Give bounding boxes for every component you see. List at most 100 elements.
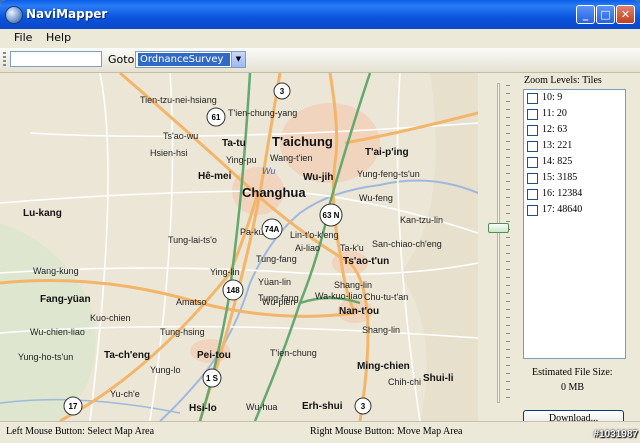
map-label-hsien-hsi: Hsien-hsi: [150, 148, 188, 158]
map-label-tien-chung-yang: T'ien-chung-yang: [228, 108, 297, 118]
watermark-text: #1031987: [593, 429, 639, 440]
map-label-hemei: Hê-mei: [198, 171, 232, 182]
zoom-slider-thumb[interactable]: [488, 223, 509, 233]
status-left-hint: Left Mouse Button: Select Map Area: [6, 426, 155, 437]
map-label-kan-tzu-lin: Kan-tzu-lin: [400, 215, 443, 225]
map-label-yung-ho: Yung-ho-ts'un: [18, 352, 73, 362]
maximize-button[interactable]: □: [596, 5, 615, 24]
menu-help[interactable]: Help: [46, 31, 71, 44]
title-bar[interactable]: NaviMapper _ □ ✕: [0, 0, 640, 29]
chevron-down-icon[interactable]: ▼: [231, 52, 245, 67]
map-label-ai-liao: Ai-liao: [295, 243, 320, 253]
map-label-wu-pien: Wu-pien: [262, 297, 295, 307]
route-shield-17: 17: [63, 396, 83, 416]
svg-text:63 N: 63 N: [323, 211, 340, 220]
svg-text:1 S: 1 S: [206, 374, 219, 383]
close-icon: ✕: [620, 8, 631, 21]
map-label-taiping: T'ai-p'ing: [365, 147, 409, 158]
goto-label: Goto: [108, 53, 135, 66]
zoom-level-checkbox[interactable]: [527, 173, 538, 184]
zoom-level-checkbox[interactable]: [527, 157, 538, 168]
route-shield-63n: 63 N: [319, 203, 343, 227]
route-shield-1s: 1 S: [202, 368, 222, 388]
map-label-tsao-tun: Ts'ao-t'un: [343, 256, 389, 267]
route-shield-74a: 74A: [261, 218, 283, 240]
map-label-hsi-lo: Hsi-lo: [189, 403, 217, 414]
map-label-chih-chi: Chih-chi: [388, 377, 421, 387]
map-label-tung-fang: Tung-fang: [256, 254, 297, 264]
menu-bar: File Help: [0, 29, 640, 48]
zoom-slider-track[interactable]: [497, 83, 500, 403]
map-label-wu-chien-liao: Wu-chien-liao: [30, 327, 85, 337]
map-label-shui-li: Shui-li: [423, 373, 454, 384]
map-label-tung-lai-tso: Tung-lai-ts'o: [168, 235, 217, 245]
map-label-wu-river: Wu: [262, 166, 276, 176]
window-title: NaviMapper: [26, 7, 108, 21]
map-label-kuo-chien: Kuo-chien: [90, 313, 131, 323]
svg-text:61: 61: [212, 113, 221, 122]
map-label-ming-chien: Ming-chien: [357, 361, 410, 372]
close-button[interactable]: ✕: [616, 5, 635, 24]
route-shield-61: 61: [206, 107, 226, 127]
map-label-pei-tou: Pei-tou: [197, 350, 231, 361]
estimated-size-value: 0 MB: [561, 382, 585, 393]
zoom-level-checkbox[interactable]: [527, 93, 538, 104]
zoom-level-checkbox[interactable]: [527, 125, 538, 136]
zoom-level-checkbox[interactable]: [527, 141, 538, 152]
map-label-wang-kung: Wang-kung: [33, 266, 79, 276]
zoom-level-checkbox[interactable]: [527, 189, 538, 200]
svg-text:17: 17: [69, 402, 78, 411]
map-label-lu-kang: Lu-kang: [23, 208, 62, 219]
map-label-changhua: Changhua: [242, 185, 306, 200]
map-label-tachang: Ta-ch'eng: [104, 350, 150, 361]
status-right-hint: Right Mouse Button: Move Map Area: [310, 426, 463, 437]
zoom-levels-list[interactable]: 10: 9 11: 20 12: 63 13: 221 14: 825 15: …: [523, 89, 626, 359]
map-label-yuan-lin: Yüan-lin: [258, 277, 291, 287]
map-view[interactable]: T'aichung Wang-t'ien Wu Changhua Wu-jih …: [0, 73, 479, 421]
zoom-level-label: 17: 48640: [542, 204, 583, 215]
status-bar: Left Mouse Button: Select Map Area Right…: [0, 421, 640, 443]
zoom-slider-ticks: [506, 85, 510, 403]
menu-file[interactable]: File: [14, 31, 32, 44]
map-label-tien-tzu-nei-hsiang: Tien-tzu-nei-hsiang: [140, 95, 217, 105]
map-label-chu-tu: Chu-tu-t'an: [364, 292, 408, 302]
map-label-shang-lin-2: Shang-lin: [362, 325, 400, 335]
zoom-level-label: 14: 825: [542, 156, 573, 167]
map-label-wang-tien: Wang-t'ien: [270, 153, 312, 163]
map-label-tien-chung: T'ien-chung: [270, 348, 317, 358]
address-input[interactable]: [10, 51, 102, 67]
zoom-level-label: 12: 63: [542, 124, 568, 135]
svg-text:74A: 74A: [265, 225, 280, 234]
map-label-yung-lo: Yung-lo: [150, 365, 181, 375]
estimated-size-label: Estimated File Size:: [532, 367, 613, 378]
goto-dropdown[interactable]: OrdnanceSurvey ▼: [135, 51, 246, 68]
minimize-button[interactable]: _: [576, 5, 595, 24]
map-label-wu-jih: Wu-jih: [303, 172, 333, 183]
zoom-level-label: 11: 20: [542, 108, 567, 119]
map-label-tsao-wu: Ts'ao-wu: [163, 131, 198, 141]
svg-text:3: 3: [361, 402, 366, 411]
zoom-level-checkbox[interactable]: [527, 109, 538, 120]
minimize-icon: _: [582, 8, 589, 21]
map-label-ta-tu: Ta-tu: [222, 138, 246, 149]
toolbar-grip-icon[interactable]: [3, 52, 6, 68]
main-window: NaviMapper _ □ ✕ File Help Goto Ordnance…: [0, 0, 640, 443]
map-label-wu-feng: Wu-feng: [359, 193, 393, 203]
zoom-level-checkbox[interactable]: [527, 205, 538, 216]
zoom-levels-panel: Zoom Levels: Tiles 10: 9 11: 20 12: 63 1…: [520, 73, 640, 428]
zoom-level-label: 10: 9: [542, 92, 563, 103]
map-label-shang-lin: Shang-lin: [334, 280, 372, 290]
map-label-san-chiao: San-chiao-ch'eng: [372, 239, 442, 249]
zoom-levels-title: Zoom Levels: Tiles: [524, 75, 602, 86]
zoom-slider-panel: 10: [478, 73, 518, 431]
zoom-level-label: 16: 12384: [542, 188, 583, 199]
svg-text:3: 3: [280, 87, 285, 96]
zoom-level-label: 15: 3185: [542, 172, 578, 183]
map-label-lin-tu: Lin-t'o-k'eng: [290, 230, 338, 240]
route-shield-3-south: 3: [354, 397, 372, 415]
map-canvas[interactable]: T'aichung Wang-t'ien Wu Changhua Wu-jih …: [0, 73, 478, 421]
map-label-amatso: Amatso: [176, 297, 207, 307]
maximize-icon: □: [600, 8, 611, 21]
map-label-erh-shui: Erh-shui: [302, 401, 343, 412]
toolbar: Goto OrdnanceSurvey ▼: [0, 48, 640, 73]
